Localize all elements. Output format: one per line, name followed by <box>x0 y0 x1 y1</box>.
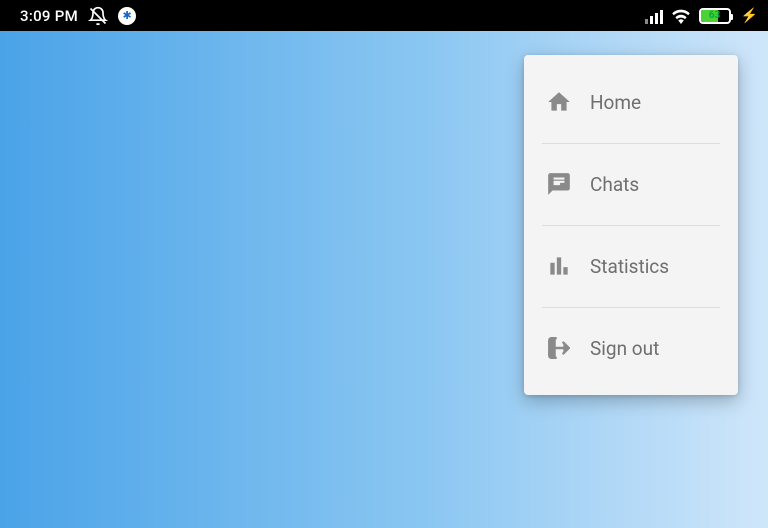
menu-item-home[interactable]: Home <box>524 61 738 143</box>
wifi-icon <box>671 8 691 24</box>
battery-icon: 63 <box>699 8 731 24</box>
charging-icon: ⚡ <box>741 8 758 24</box>
cellular-signal-icon <box>645 8 663 24</box>
chat-icon <box>546 171 572 197</box>
menu-label: Chats <box>590 173 639 196</box>
status-right: 63 ⚡ <box>645 8 758 24</box>
menu-label: Statistics <box>590 255 669 278</box>
statistics-icon <box>546 253 572 279</box>
settings-badge-icon: ✱ <box>118 7 136 25</box>
clock: 3:09 PM <box>20 7 78 25</box>
popup-menu: Home Chats Statistics Sign out <box>524 55 738 395</box>
status-left: 3:09 PM ✱ <box>20 6 136 26</box>
home-icon <box>546 89 572 115</box>
notifications-muted-icon <box>88 6 108 26</box>
menu-item-chats[interactable]: Chats <box>524 143 738 225</box>
menu-item-statistics[interactable]: Statistics <box>524 225 738 307</box>
signout-icon <box>546 335 572 361</box>
menu-item-signout[interactable]: Sign out <box>524 307 738 389</box>
status-bar: 3:09 PM ✱ 63 ⚡ <box>0 0 768 31</box>
menu-label: Sign out <box>590 337 659 360</box>
battery-percent: 63 <box>701 10 729 21</box>
menu-label: Home <box>590 91 641 114</box>
